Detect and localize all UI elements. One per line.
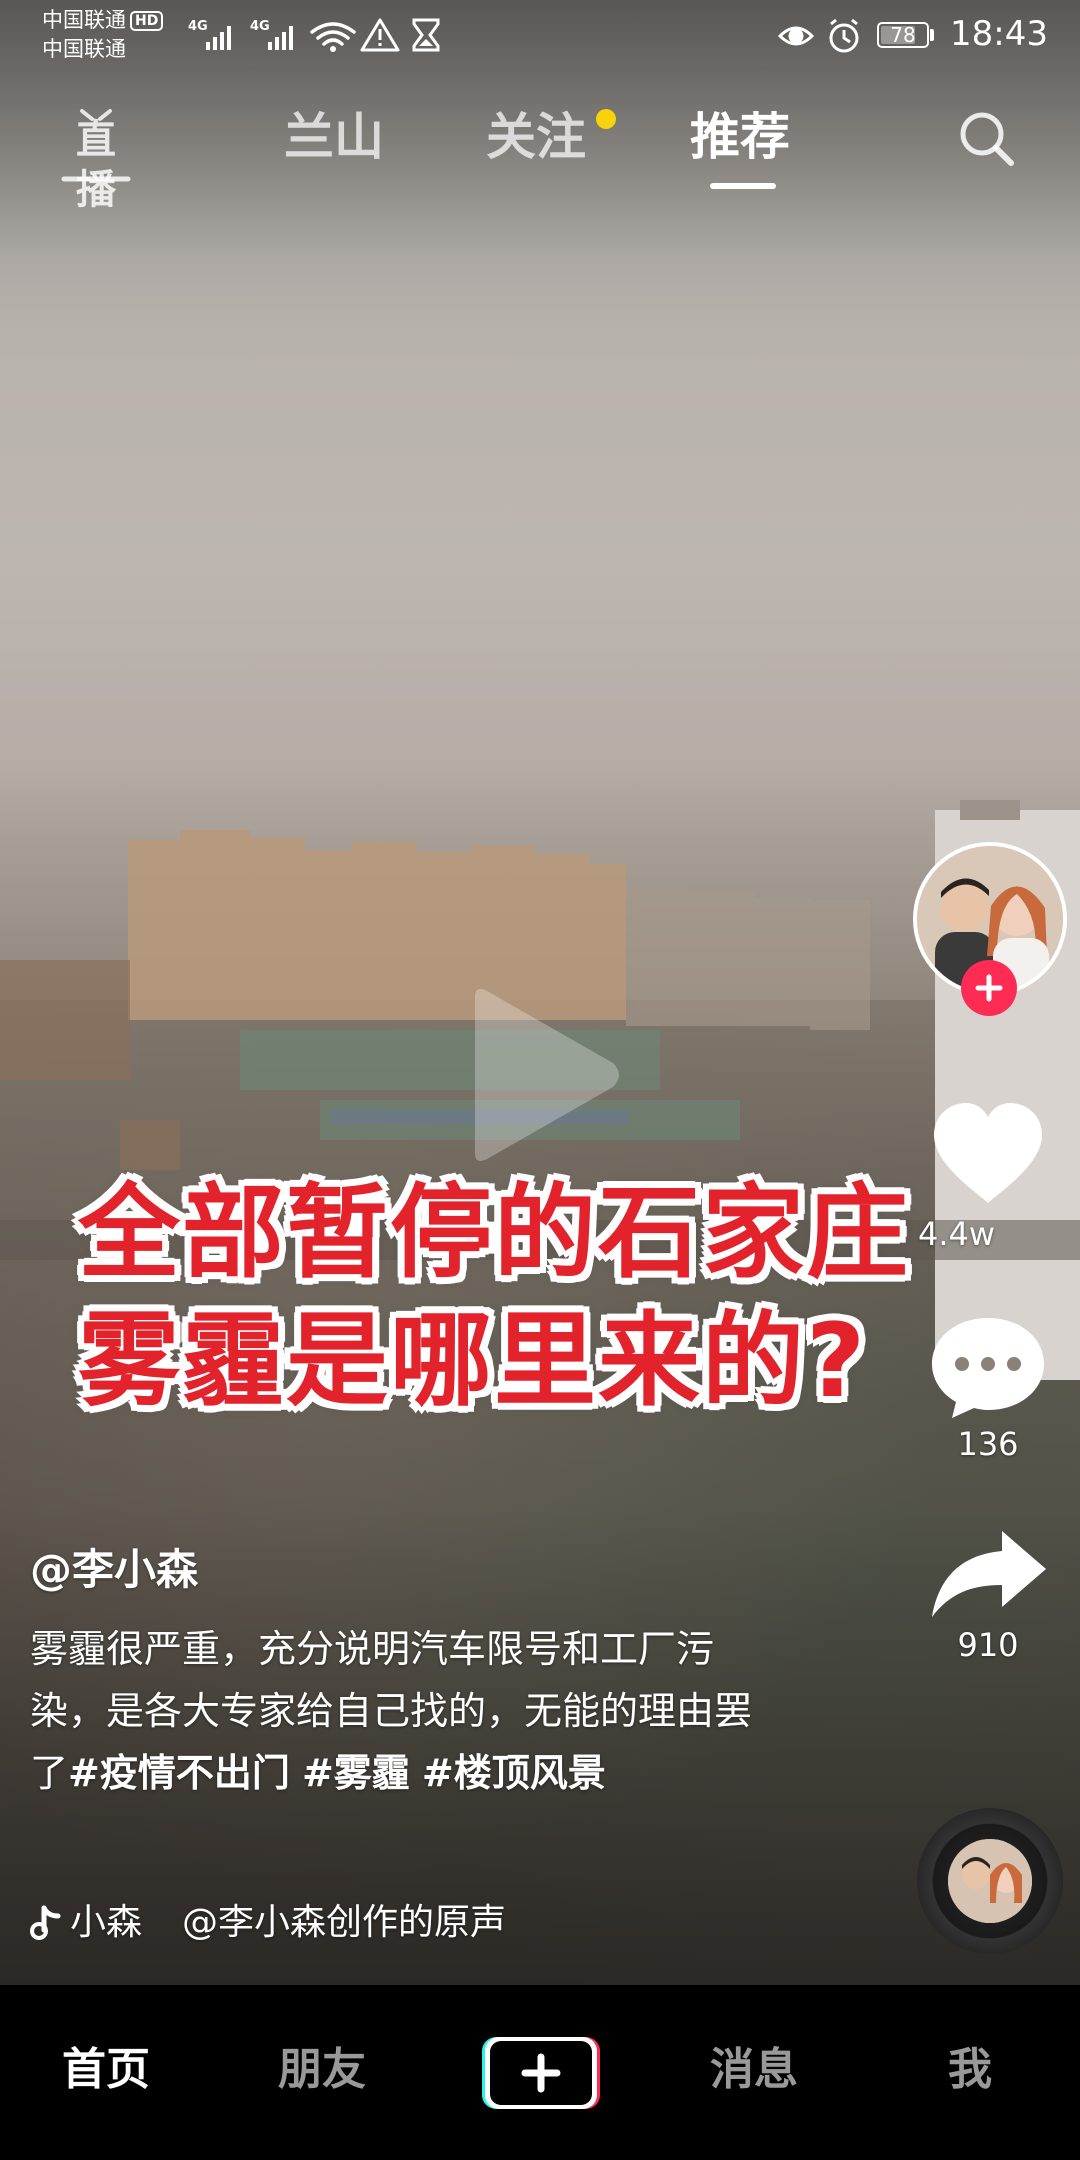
wifi-icon	[310, 22, 356, 46]
comment-icon	[932, 1318, 1044, 1418]
search-button[interactable]	[955, 107, 1019, 171]
screen: 中国联通 HD 中国联通 4G 4G 78 18:43 直播 兰山 关注 推荐 …	[0, 0, 1080, 2160]
overlay-line-1: 全部暂停的石家庄	[78, 1174, 910, 1293]
post-description: 雾霾很严重，充分说明汽车限号和工厂污染，是各大专家给自己找的，无能的理由罢了#疫…	[30, 1618, 770, 1804]
follow-button[interactable]	[961, 960, 1017, 1016]
carrier-info: 中国联通 HD 中国联通	[42, 6, 164, 64]
tab-home[interactable]: 首页	[62, 2035, 150, 2105]
hashtag[interactable]: #楼顶风景	[422, 1751, 606, 1795]
tab-me[interactable]: 我	[948, 2035, 992, 2105]
active-tab-indicator	[710, 183, 776, 189]
plus-icon	[482, 2037, 600, 2109]
share-button[interactable]: 910	[918, 1525, 1058, 1665]
heart-icon	[934, 1103, 1042, 1203]
hashtag[interactable]: #雾霾	[302, 1751, 410, 1795]
network-type-2: 4G	[250, 19, 270, 34]
hourglass-icon	[412, 18, 440, 52]
comment-button[interactable]: 136	[918, 1310, 1058, 1464]
like-button[interactable]	[918, 1095, 1058, 1217]
warning-icon	[360, 18, 400, 52]
search-icon	[960, 112, 1014, 166]
music-name: 小森	[70, 1902, 143, 1943]
create-post-button[interactable]	[480, 2033, 600, 2113]
live-button[interactable]: 直播	[60, 105, 132, 213]
author-name[interactable]: @李小森	[30, 1540, 198, 1600]
music-original-sound: @李小森创作的原声	[182, 1902, 507, 1943]
live-label: 直播	[76, 117, 116, 213]
tab-messages[interactable]: 消息	[710, 2035, 798, 2105]
notification-dot	[596, 109, 616, 129]
battery-icon: 78	[877, 22, 929, 48]
share-count: 910	[957, 1626, 1019, 1664]
battery-level: 78	[890, 23, 916, 47]
top-nav: 直播 兰山 关注 推荐	[0, 95, 1080, 213]
clock: 18:43	[950, 14, 1048, 54]
carrier-2: 中国联通	[42, 37, 126, 61]
like-count: 4.4w	[918, 1215, 996, 1253]
tab-following[interactable]: 关注	[486, 105, 586, 169]
bottom-tab-bar: 首页 朋友 消息 我	[0, 1985, 1080, 2160]
eye-alarm-icons	[778, 18, 859, 53]
comment-count: 136	[957, 1425, 1019, 1463]
tab-local[interactable]: 兰山	[284, 105, 384, 169]
plus-icon	[975, 974, 1003, 1002]
hashtag[interactable]: #疫情不出门	[68, 1751, 290, 1795]
share-icon	[932, 1531, 1046, 1617]
network-type-1: 4G	[188, 19, 208, 34]
music-info[interactable]: 小森 @李小森创作的原声	[30, 1895, 506, 1951]
status-bar: 中国联通 HD 中国联通 4G 4G 78 18:43	[0, 0, 1080, 70]
signal-wifi-icons: 4G 4G	[188, 18, 440, 52]
music-note-icon	[30, 1905, 61, 1940]
video-overlay-caption: 全部暂停的石家庄 雾霾是哪里来的?	[78, 1170, 1018, 1426]
overlay-line-2: 雾霾是哪里来的?	[78, 1302, 868, 1421]
eye-comfort-icon	[778, 26, 815, 46]
play-icon[interactable]	[455, 985, 625, 1165]
alarm-icon	[829, 18, 859, 53]
music-cover-image	[948, 1839, 1032, 1923]
tab-recommended[interactable]: 推荐	[690, 105, 790, 169]
hd-badge: HD	[130, 11, 164, 31]
tab-friends[interactable]: 朋友	[278, 2035, 366, 2105]
carrier-1: 中国联通	[42, 8, 126, 32]
